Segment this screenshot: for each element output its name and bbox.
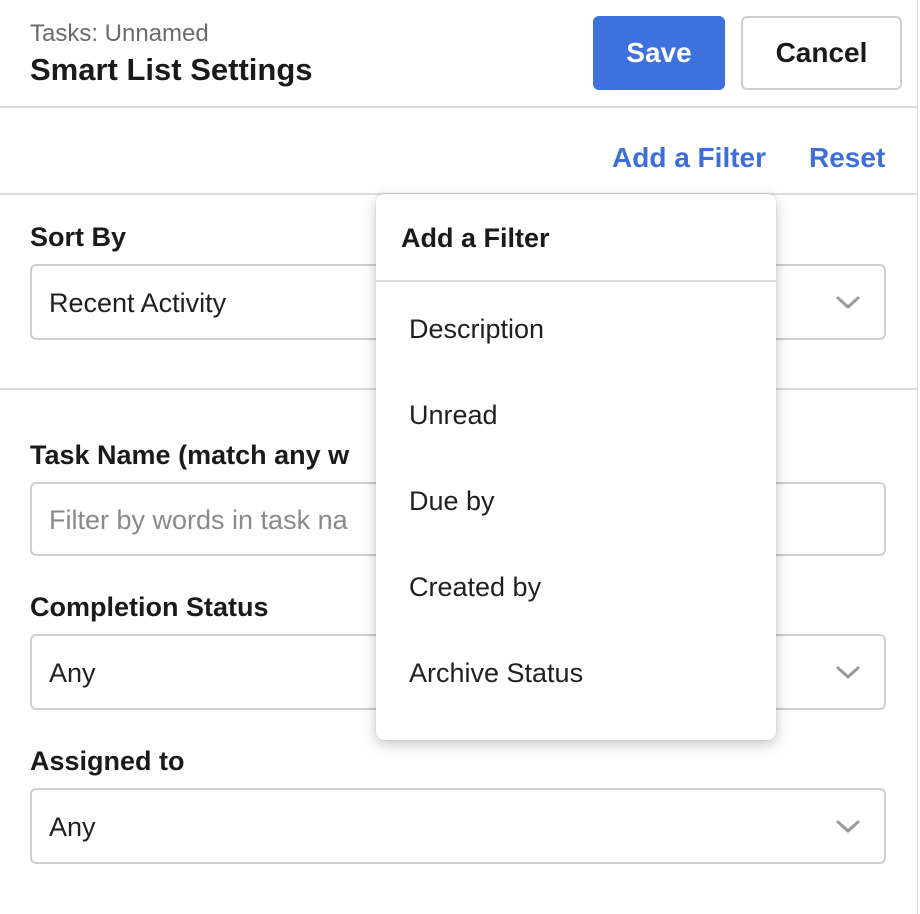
task-name-label: Task Name (match any w	[30, 440, 350, 470]
chevron-down-icon	[836, 820, 860, 833]
add-filter-menu-title: Add a Filter	[401, 223, 550, 253]
assigned-to-label: Assigned to	[30, 746, 185, 776]
cancel-button[interactable]: Cancel	[741, 16, 902, 90]
chevron-down-icon	[836, 296, 860, 309]
menu-item-created-by[interactable]: Created by	[409, 572, 541, 603]
header: Tasks: Unnamed Smart List Settings Save …	[0, 0, 917, 108]
reset-link[interactable]: Reset	[809, 142, 885, 174]
sort-by-value: Recent Activity	[49, 288, 227, 318]
page-subtitle: Tasks: Unnamed	[30, 20, 209, 47]
chevron-down-icon	[836, 666, 860, 679]
assigned-to-value: Any	[49, 812, 96, 842]
sort-by-label: Sort By	[30, 222, 127, 252]
menu-item-due-by[interactable]: Due by	[409, 486, 495, 517]
smart-list-settings-page: Tasks: Unnamed Smart List Settings Save …	[0, 0, 920, 914]
save-button[interactable]: Save	[593, 16, 725, 90]
page-title: Smart List Settings	[30, 52, 313, 87]
menu-item-description[interactable]: Description	[409, 314, 544, 345]
add-filter-menu: Add a Filter Description Unread Due by C…	[376, 194, 776, 740]
completion-status-label: Completion Status	[30, 592, 269, 622]
menu-item-unread[interactable]: Unread	[409, 400, 498, 431]
completion-status-value: Any	[49, 658, 96, 688]
filter-actions-bar: Add a Filter Reset	[0, 108, 917, 195]
add-filter-link[interactable]: Add a Filter	[612, 142, 766, 174]
panel-edge	[917, 0, 918, 914]
assigned-to-select[interactable]: Any	[30, 788, 886, 864]
menu-item-archive-status[interactable]: Archive Status	[409, 658, 583, 689]
menu-divider	[376, 280, 776, 282]
